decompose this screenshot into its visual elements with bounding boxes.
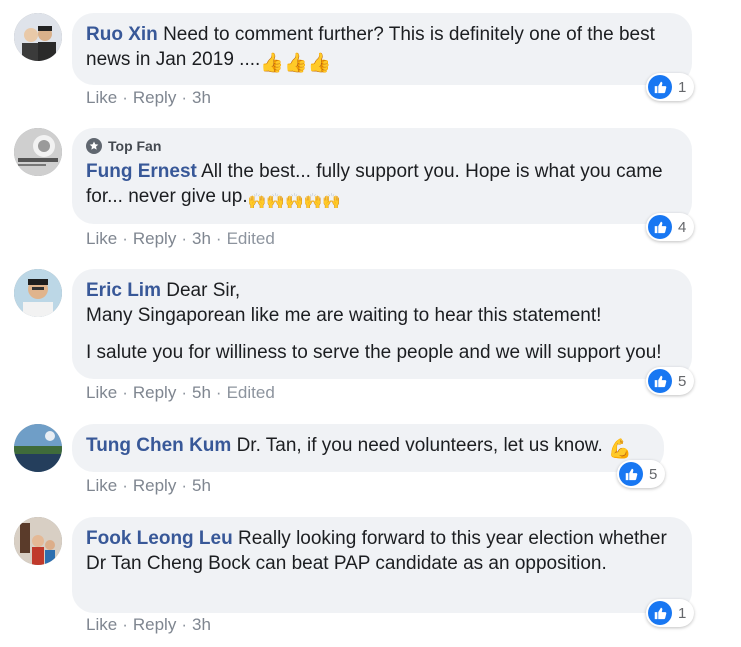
reaction-count[interactable]: 1 (646, 599, 695, 627)
comment-author[interactable]: Eric Lim (86, 280, 161, 301)
comment-actions: Like · Reply · 3h · Edited (86, 229, 275, 248)
reaction-count-label: 1 (678, 604, 687, 622)
reply-button[interactable]: Reply (133, 476, 176, 495)
like-button[interactable]: Like (86, 229, 117, 248)
like-button[interactable]: Like (86, 383, 117, 402)
comment-author[interactable]: Fung Ernest (86, 161, 197, 182)
flexed-biceps-emoji: 💪 (608, 439, 632, 460)
like-button[interactable]: Like (86, 88, 117, 107)
comment-bubble: Fook Leong Leu Really looking forward to… (72, 517, 692, 613)
star-icon (86, 138, 102, 154)
comment-actions: Like · Reply · 5h · Edited (86, 383, 275, 402)
comment-author[interactable]: Ruo Xin (86, 24, 158, 45)
comment-actions: Like · Reply · 3h (86, 88, 211, 107)
like-button[interactable]: Like (86, 476, 117, 495)
reaction-count-label: 5 (678, 372, 687, 390)
timestamp[interactable]: 5h (192, 383, 211, 402)
reply-button[interactable]: Reply (133, 383, 176, 402)
timestamp[interactable]: 3h (192, 229, 211, 248)
timestamp[interactable]: 3h (192, 88, 211, 107)
comment-actions: Like · Reply · 5h (86, 476, 211, 495)
top-fan-badge: Top Fan (86, 137, 678, 155)
avatar[interactable] (14, 517, 62, 565)
comment-bubble: Tung Chen Kum Dr. Tan, if you need volun… (72, 424, 664, 472)
edited-label[interactable]: Edited (227, 229, 275, 248)
avatar[interactable] (14, 128, 62, 176)
avatar[interactable] (14, 13, 62, 61)
like-icon (648, 369, 672, 393)
reaction-count[interactable]: 1 (646, 73, 695, 101)
reaction-count[interactable]: 5 (617, 460, 666, 488)
top-fan-label: Top Fan (108, 138, 162, 154)
reaction-count[interactable]: 4 (646, 213, 695, 241)
comment-author[interactable]: Tung Chen Kum (86, 435, 231, 456)
edited-label[interactable]: Edited (227, 383, 275, 402)
reaction-count-label: 4 (678, 218, 687, 236)
reply-button[interactable]: Reply (133, 615, 176, 634)
reaction-count[interactable]: 5 (646, 367, 695, 395)
comment-text-paragraph: I salute you for williness to serve the … (86, 342, 662, 363)
like-icon (648, 75, 672, 99)
like-icon (619, 462, 643, 486)
comment-author[interactable]: Fook Leong Leu (86, 528, 233, 549)
thumbs-up-emoji: 👍👍👍 (260, 53, 332, 74)
comment-bubble: Ruo Xin Need to comment further? This is… (72, 13, 692, 85)
reply-button[interactable]: Reply (133, 229, 176, 248)
comment-text: Dear Sir, Many Singaporean like me are w… (86, 280, 602, 326)
reply-button[interactable]: Reply (133, 88, 176, 107)
reaction-count-label: 5 (649, 465, 658, 483)
timestamp[interactable]: 5h (192, 476, 211, 495)
raised-hands-emoji: 🙌🙌🙌🙌🙌 (247, 193, 341, 210)
avatar[interactable] (14, 269, 62, 317)
timestamp[interactable]: 3h (192, 615, 211, 634)
comment-bubble: Top Fan Fung Ernest All the best... full… (72, 128, 692, 224)
like-button[interactable]: Like (86, 615, 117, 634)
like-icon (648, 601, 672, 625)
comment-actions: Like · Reply · 3h (86, 615, 211, 634)
comment-bubble: Eric Lim Dear Sir, Many Singaporean like… (72, 269, 692, 379)
comment-text: Need to comment further? This is definit… (86, 24, 655, 70)
reaction-count-label: 1 (678, 78, 687, 96)
avatar[interactable] (14, 424, 62, 472)
like-icon (648, 215, 672, 239)
comment-text: Dr. Tan, if you need volunteers, let us … (236, 435, 603, 456)
